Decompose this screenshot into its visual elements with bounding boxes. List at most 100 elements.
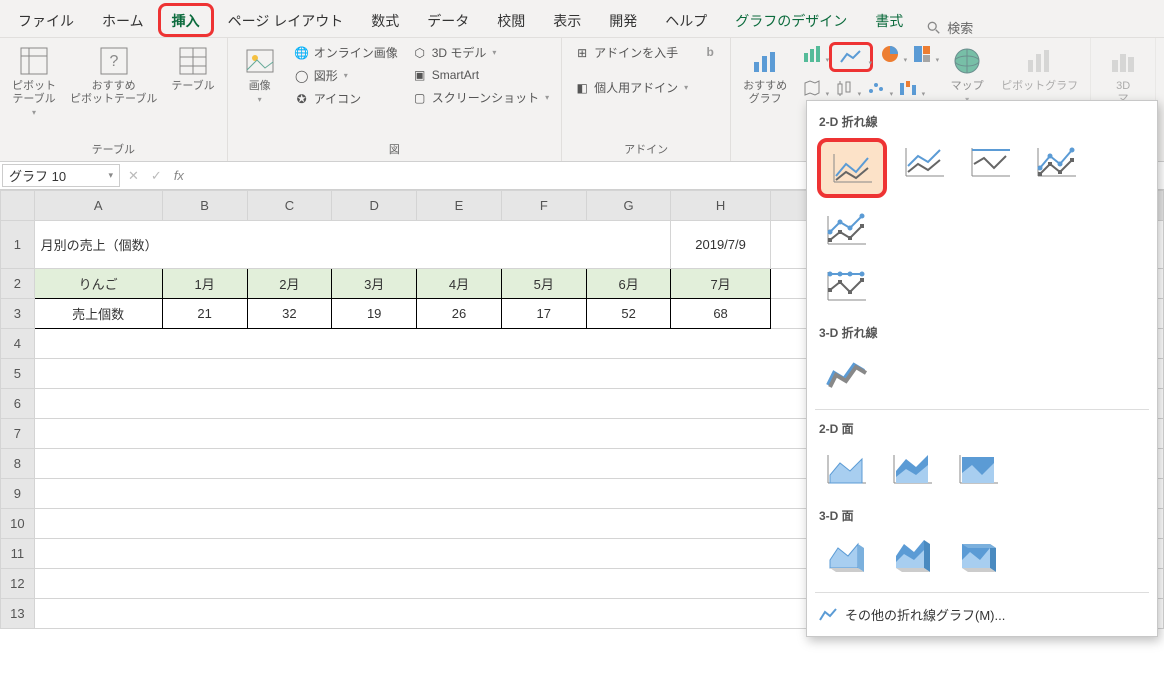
cell[interactable]: りんご: [34, 269, 162, 299]
get-addins-button[interactable]: ⊞アドインを入手: [570, 42, 692, 63]
chart-type-line[interactable]: [817, 138, 887, 198]
enter-button[interactable]: ✓: [151, 168, 162, 184]
smartart-button[interactable]: ▣SmartArt: [408, 65, 553, 85]
row-header[interactable]: 11: [1, 539, 35, 569]
icons-button[interactable]: ✪アイコン: [290, 88, 402, 109]
cell[interactable]: 19: [332, 299, 417, 329]
column-header[interactable]: D: [332, 191, 417, 221]
100-stacked-line-markers-icon: [824, 268, 868, 304]
tab-pagelayout[interactable]: ページ レイアウト: [214, 3, 358, 37]
tab-chartdesign[interactable]: グラフのデザイン: [721, 3, 861, 37]
map-chart-icon: [803, 79, 821, 97]
more-line-charts-button[interactable]: その他の折れ線グラフ(M)...: [815, 597, 1149, 632]
scatter-chart-button[interactable]: ▾: [861, 76, 891, 100]
treemap-button[interactable]: ▾: [907, 42, 937, 66]
pivot-table-button[interactable]: ピボット テーブル ▾: [8, 42, 60, 119]
tab-format[interactable]: 書式: [861, 3, 917, 37]
row-header[interactable]: 13: [1, 599, 35, 629]
cell[interactable]: 26: [417, 299, 502, 329]
shapes-button[interactable]: ◯図形▾: [290, 65, 402, 86]
chart-type-100-stacked-line-markers[interactable]: [817, 262, 875, 310]
table-button[interactable]: テーブル: [167, 42, 218, 95]
column-header[interactable]: A: [34, 191, 162, 221]
column-header[interactable]: H: [671, 191, 770, 221]
line-chart-small-icon: [819, 606, 837, 624]
pictures-button[interactable]: 画像 ▾: [236, 42, 284, 106]
recommended-pivot-button[interactable]: ? おすすめ ピボットテーブル: [66, 42, 161, 108]
cell[interactable]: 7月: [671, 269, 770, 299]
row-header[interactable]: 2: [1, 269, 35, 299]
row-header[interactable]: 8: [1, 449, 35, 479]
tab-formulas[interactable]: 数式: [357, 3, 413, 37]
name-box[interactable]: グラフ 10 ▾: [2, 164, 120, 187]
cell[interactable]: 32: [247, 299, 332, 329]
cell[interactable]: 21: [162, 299, 247, 329]
cell[interactable]: 6月: [586, 269, 671, 299]
cell[interactable]: 1月: [162, 269, 247, 299]
cancel-button[interactable]: ✕: [128, 168, 139, 184]
recommended-charts-button[interactable]: おすすめ グラフ: [739, 42, 791, 108]
pivotchart-button[interactable]: ピボットグラフ: [997, 42, 1082, 95]
3d-map-button[interactable]: 3D マ: [1099, 42, 1147, 108]
title-cell[interactable]: 月別の売上（個数）: [34, 221, 671, 269]
tab-data[interactable]: データ: [413, 3, 483, 37]
cell[interactable]: 売上個数: [34, 299, 162, 329]
row-header[interactable]: 7: [1, 419, 35, 449]
column-chart-button[interactable]: ▾: [797, 42, 827, 66]
chart-type-100-stacked-area[interactable]: [949, 445, 1007, 493]
chart-type-3d-area[interactable]: [817, 532, 875, 580]
online-images-button[interactable]: 🌐オンライン画像: [290, 42, 402, 63]
maps-button[interactable]: マップ ▾: [943, 42, 991, 106]
chart-type-line-markers[interactable]: [1027, 138, 1085, 186]
cell[interactable]: 3月: [332, 269, 417, 299]
column-header[interactable]: B: [162, 191, 247, 221]
column-header[interactable]: E: [417, 191, 502, 221]
cell[interactable]: 4月: [417, 269, 502, 299]
row-header[interactable]: 1: [1, 221, 35, 269]
row-header[interactable]: 9: [1, 479, 35, 509]
date-cell[interactable]: 2019/7/9: [671, 221, 770, 269]
3d-models-button[interactable]: ⬡3D モデル▾: [408, 42, 553, 63]
tab-help[interactable]: ヘルプ: [651, 3, 721, 37]
tab-home[interactable]: ホーム: [88, 3, 158, 37]
select-all-corner[interactable]: [1, 191, 35, 221]
cell[interactable]: 68: [671, 299, 770, 329]
row-header[interactable]: 5: [1, 359, 35, 389]
pie-chart-button[interactable]: ▾: [875, 42, 905, 66]
chart-type-area[interactable]: [817, 445, 875, 493]
cell[interactable]: 17: [501, 299, 586, 329]
chart-type-3d-100-stacked-area[interactable]: [949, 532, 1007, 580]
row-header[interactable]: 12: [1, 569, 35, 599]
stats-chart-button[interactable]: ▾: [829, 76, 859, 100]
chart-type-3d-stacked-area[interactable]: [883, 532, 941, 580]
cell[interactable]: 2月: [247, 269, 332, 299]
row-header[interactable]: 10: [1, 509, 35, 539]
search-icon: [927, 21, 941, 35]
chart-type-stacked-area[interactable]: [883, 445, 941, 493]
tab-review[interactable]: 校閲: [483, 3, 539, 37]
map-chart-button[interactable]: ▾: [797, 76, 827, 100]
line-chart-button[interactable]: ▾: [829, 42, 873, 72]
cell[interactable]: 5月: [501, 269, 586, 299]
insert-function-button[interactable]: fx: [174, 168, 184, 183]
cell[interactable]: 52: [586, 299, 671, 329]
column-header[interactable]: C: [247, 191, 332, 221]
tab-file[interactable]: ファイル: [4, 3, 88, 37]
tab-insert[interactable]: 挿入: [158, 3, 214, 37]
row-header[interactable]: 4: [1, 329, 35, 359]
chart-type-3d-line[interactable]: [817, 349, 875, 397]
search-box[interactable]: 検索: [927, 18, 973, 37]
column-header[interactable]: G: [586, 191, 671, 221]
tab-developer[interactable]: 開発: [595, 3, 651, 37]
screenshot-button[interactable]: ▢スクリーンショット▾: [408, 87, 553, 108]
waterfall-chart-button[interactable]: ▾: [893, 76, 923, 100]
tab-view[interactable]: 表示: [539, 3, 595, 37]
chart-type-stacked-line-markers[interactable]: [817, 206, 875, 254]
chart-type-100-stacked-line[interactable]: [961, 138, 1019, 186]
my-addins-button[interactable]: ◧個人用アドイン▾: [570, 77, 692, 98]
column-header[interactable]: F: [501, 191, 586, 221]
chart-type-stacked-line[interactable]: [895, 138, 953, 186]
row-header[interactable]: 6: [1, 389, 35, 419]
bing-maps-button[interactable]: b: [698, 42, 722, 62]
row-header[interactable]: 3: [1, 299, 35, 329]
